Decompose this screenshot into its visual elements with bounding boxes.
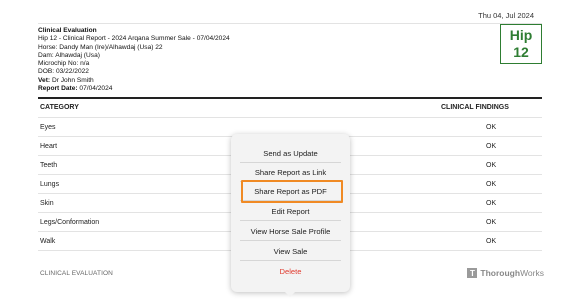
hip-label: Hip <box>509 27 533 43</box>
category-cell: Skin <box>40 200 54 207</box>
category-cell: Lungs <box>40 181 60 188</box>
edit-report-button[interactable]: Edit Report <box>240 202 341 221</box>
delete-button[interactable]: Delete <box>240 262 341 281</box>
finding-cell: OK <box>486 143 497 150</box>
findings-column-header: CLINICAL FINDINGS <box>441 104 509 111</box>
finding-cell: OK <box>486 124 497 131</box>
brand-logo: T ThoroughWorks <box>467 268 544 278</box>
finding-cell: OK <box>486 181 497 188</box>
brand-name: ThoroughWorks <box>480 268 544 278</box>
finding-cell: OK <box>486 219 497 226</box>
hip-number: 12 <box>513 44 529 60</box>
table-header-divider <box>38 97 542 99</box>
brand-name-rest: Works <box>520 268 544 278</box>
hip-badge: Hip 12 <box>500 24 542 64</box>
category-cell: Walk <box>40 238 56 245</box>
vet-label: Vet: <box>38 76 51 84</box>
finding-cell: OK <box>486 238 497 245</box>
send-as-update-button[interactable]: Send as Update <box>240 144 341 163</box>
report-date-label: Report Date: <box>38 85 78 93</box>
category-cell: Legs/Conformation <box>40 219 100 226</box>
dob-line: DOB: 03/22/2022 <box>38 68 89 76</box>
category-cell: Teeth <box>40 162 58 169</box>
report-date-line: Report Date: 07/04/2024 <box>38 85 230 93</box>
view-sale-button[interactable]: View Sale <box>240 242 341 261</box>
finding-cell: OK <box>486 200 497 207</box>
finding-cell: OK <box>486 162 497 169</box>
footer-label: CLINICAL EVALUATION <box>40 270 113 277</box>
dam-line: Dam: Alhawdaj (Usa) <box>38 51 100 59</box>
report-date-header: Thu 04, Jul 2024 <box>478 11 534 20</box>
microchip-line: Microchip No: n/a <box>38 60 90 68</box>
brand-name-bold: Thorough <box>480 268 521 278</box>
context-menu-arrow <box>284 291 296 297</box>
vet-value: Dr John Smith <box>51 76 94 84</box>
category-column-header: CATEGORY <box>40 104 79 111</box>
view-horse-profile-button[interactable]: View Horse Sale Profile <box>240 222 341 241</box>
horse-info-block: Clinical Evaluation Hip 12 - Clinical Re… <box>38 27 230 93</box>
report-title: Clinical Evaluation <box>38 27 97 34</box>
report-date-value: 07/04/2024 <box>79 85 113 93</box>
category-cell: Heart <box>40 143 58 150</box>
context-menu: Send as Update Share Report as Link Share … <box>231 134 350 292</box>
logo-mark-icon: T <box>467 268 478 278</box>
category-cell: Eyes <box>40 124 56 131</box>
horse-line: Horse: Dandy Man (Ire)/Alhawdaj (Usa) 22 <box>38 43 163 51</box>
divider <box>38 23 542 24</box>
vet-line: Vet: Dr John Smith <box>38 77 230 85</box>
highlight-box <box>241 180 343 203</box>
report-line: Hip 12 - Clinical Report - 2024 Arqana S… <box>38 35 230 43</box>
